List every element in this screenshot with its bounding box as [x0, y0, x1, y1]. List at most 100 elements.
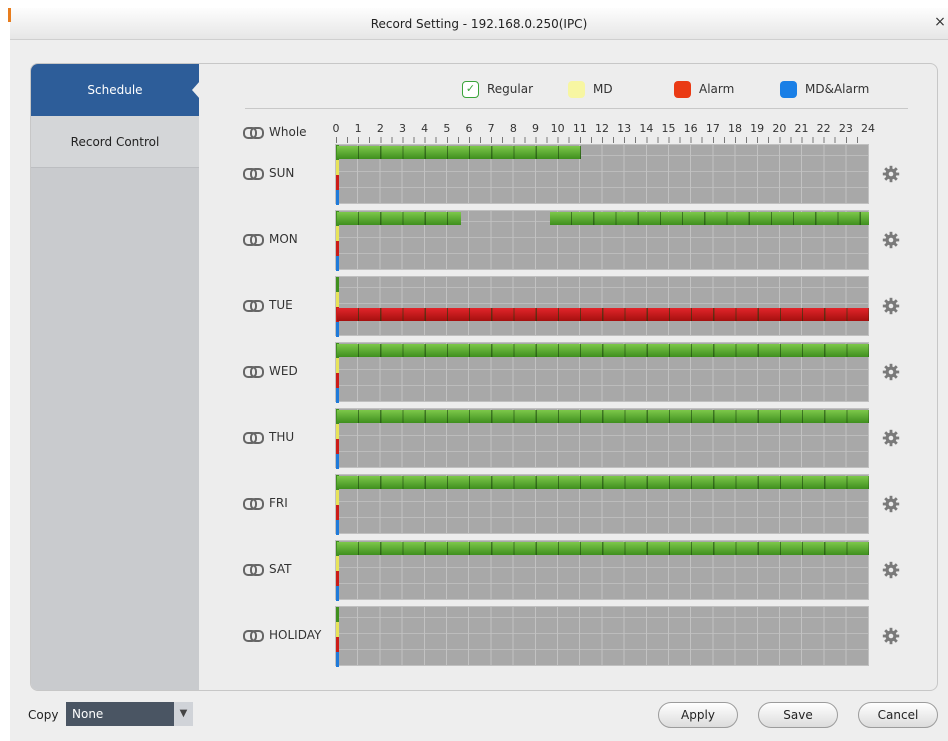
row-label-sat[interactable]: SAT: [243, 561, 291, 577]
type-indicator: [336, 160, 339, 175]
bar-segments: [337, 212, 462, 225]
day-grid-sat[interactable]: [335, 540, 869, 601]
link-icon[interactable]: [243, 498, 264, 510]
day-grid-holiday[interactable]: [335, 606, 869, 667]
row-label-tue[interactable]: TUE: [243, 297, 293, 313]
close-icon[interactable]: ×: [932, 12, 948, 32]
hour-ruler: [336, 137, 868, 143]
legend-alarm[interactable]: Alarm: [674, 80, 734, 98]
sidebar-item-record-control[interactable]: Record Control: [31, 116, 199, 168]
link-icon[interactable]: [243, 234, 264, 246]
legend-md-label: MD: [593, 82, 613, 96]
cancel-button[interactable]: Cancel: [858, 702, 938, 728]
bar-segments: [337, 308, 869, 321]
day-grid-thu[interactable]: [335, 408, 869, 469]
copy-select[interactable]: None ▼: [66, 702, 193, 726]
hour-label: 18: [728, 122, 742, 135]
type-indicator: [336, 256, 339, 271]
type-indicator: [336, 556, 339, 571]
row-label-mon[interactable]: MON: [243, 231, 298, 247]
sidebar-item-schedule[interactable]: Schedule: [31, 64, 200, 116]
type-indicator: [336, 454, 339, 469]
link-icon[interactable]: [243, 366, 264, 378]
row-label-thu[interactable]: THU: [243, 429, 294, 445]
check-icon[interactable]: ✓: [462, 80, 479, 98]
hour-label: 14: [639, 122, 654, 135]
type-indicator: [336, 520, 339, 535]
row-label-sun[interactable]: SUN: [243, 165, 294, 181]
day-grid-tue[interactable]: [335, 276, 869, 337]
legend-regular[interactable]: ✓ Regular: [462, 80, 533, 98]
day-grid-fri[interactable]: [335, 474, 869, 535]
regular-record-bar[interactable]: [337, 212, 462, 225]
row-label-fri[interactable]: FRI: [243, 495, 288, 511]
type-indicator: [336, 622, 339, 637]
regular-record-bar[interactable]: [337, 476, 869, 489]
copy-select-value: None: [72, 707, 104, 721]
type-indicator: [336, 292, 339, 307]
gear-icon[interactable]: [882, 231, 900, 249]
alarm-record-bar[interactable]: [337, 308, 869, 321]
chevron-down-icon[interactable]: ▼: [174, 702, 193, 726]
legend-alarm-label: Alarm: [699, 82, 735, 96]
type-indicator: [336, 373, 339, 388]
title-bar: Record Setting - 192.168.0.250(IPC) ×: [10, 8, 948, 40]
type-indicator: [336, 322, 339, 337]
hour-label: 4: [421, 122, 429, 135]
gear-icon[interactable]: [882, 297, 900, 315]
gear-icon[interactable]: [882, 165, 900, 183]
regular-record-bar[interactable]: [337, 344, 869, 357]
bar-segments: [337, 344, 869, 357]
link-icon[interactable]: [243, 300, 264, 312]
day-label: SUN: [269, 166, 295, 180]
bar-segments: [337, 410, 869, 423]
gear-icon[interactable]: [882, 429, 900, 447]
apply-button[interactable]: Apply: [658, 702, 738, 728]
bar-segments: [337, 476, 869, 489]
hour-label: 7: [487, 122, 495, 135]
type-indicator: [336, 586, 339, 601]
day-grid-sun[interactable]: [335, 144, 869, 205]
type-indicator: [336, 424, 339, 439]
day-label: TUE: [269, 298, 293, 312]
hour-label: 23: [838, 122, 853, 135]
whole-label: Whole: [269, 125, 307, 139]
hour-label: 19: [750, 122, 765, 135]
hour-label: 1: [354, 122, 362, 135]
type-indicator: [336, 226, 339, 241]
day-grid-mon[interactable]: [335, 210, 869, 271]
regular-record-bar[interactable]: [337, 542, 869, 555]
regular-record-bar[interactable]: [337, 410, 869, 423]
gear-icon[interactable]: [882, 627, 900, 645]
gear-icon[interactable]: [882, 495, 900, 513]
hour-label: 16: [683, 122, 698, 135]
regular-record-bar[interactable]: [549, 212, 869, 225]
copy-label: Copy: [28, 708, 59, 722]
row-label-wed[interactable]: WED: [243, 363, 298, 379]
legend-md[interactable]: MD: [568, 80, 613, 98]
sidebar: Schedule Record Control: [31, 64, 200, 690]
link-icon[interactable]: [243, 564, 264, 576]
hour-label: 9: [532, 122, 539, 135]
link-icon[interactable]: [243, 127, 264, 139]
type-indicator: [336, 652, 339, 667]
hour-label: 22: [816, 122, 831, 135]
legend-divider: [245, 108, 908, 109]
legend-regular-label: Regular: [487, 82, 534, 96]
save-button[interactable]: Save: [758, 702, 838, 728]
legend-md-alarm[interactable]: MD&Alarm: [780, 80, 869, 98]
gear-icon[interactable]: [882, 363, 900, 381]
regular-record-bar[interactable]: [337, 146, 581, 159]
hour-label: 13: [617, 122, 632, 135]
link-icon[interactable]: [243, 168, 264, 180]
legend-md-alarm-label: MD&Alarm: [805, 82, 870, 96]
gear-icon[interactable]: [882, 561, 900, 579]
md-alarm-swatch: [780, 80, 797, 98]
row-label-holiday[interactable]: HOLIDAY: [243, 627, 321, 643]
day-grid-wed[interactable]: [335, 342, 869, 403]
hour-label: 0: [332, 122, 340, 135]
link-icon[interactable]: [243, 630, 264, 642]
link-icon[interactable]: [243, 432, 264, 444]
type-indicator: [336, 505, 339, 520]
row-label-whole[interactable]: Whole: [243, 124, 307, 140]
